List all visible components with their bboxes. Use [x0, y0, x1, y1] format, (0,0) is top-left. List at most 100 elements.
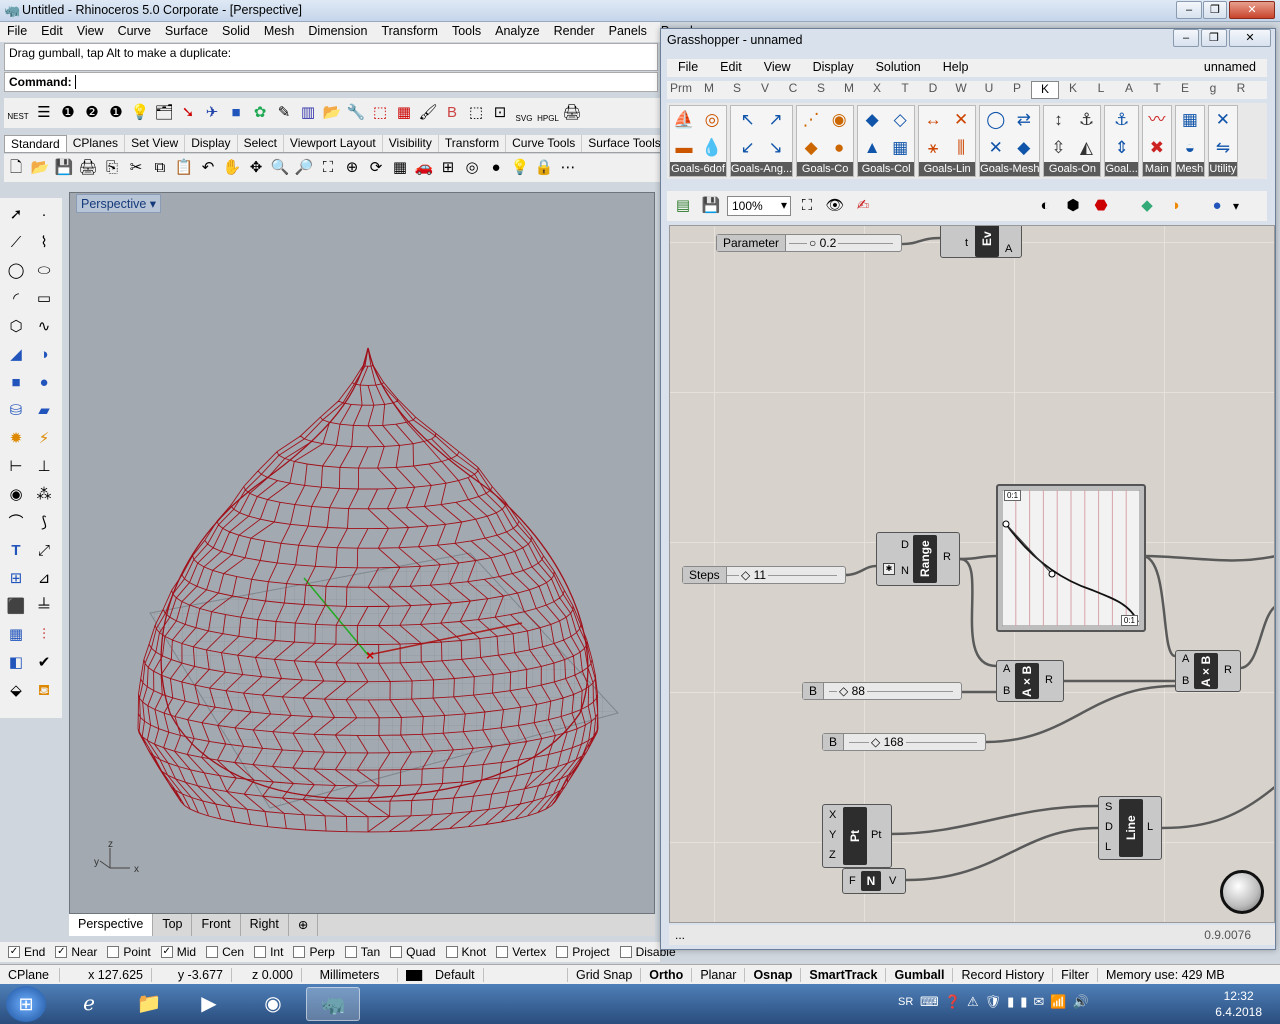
gh-component-icon[interactable]: ⚹	[919, 134, 947, 162]
nest-icon[interactable]: NEST	[5, 102, 31, 124]
gh-tab-2[interactable]: S	[723, 81, 751, 99]
four-views-icon[interactable]: ▦	[389, 157, 411, 179]
viewport-title[interactable]: Perspective ▾	[76, 194, 162, 213]
vp-tab-top[interactable]: Top	[153, 914, 193, 936]
layer-icon[interactable]: 🗂	[153, 102, 175, 124]
osnap-int[interactable]: Int	[254, 945, 283, 959]
gh-component-icon[interactable]: ◎	[698, 106, 726, 134]
gumball-toggle[interactable]: Gumball	[886, 967, 954, 982]
paste-icon[interactable]: 📋	[173, 157, 195, 179]
gh-tab-0[interactable]: Prm	[667, 81, 695, 99]
select-arrow-icon[interactable]: ➚	[3, 202, 29, 228]
material-icon[interactable]: ◑	[1164, 195, 1186, 217]
command-line[interactable]: Command:	[4, 72, 658, 92]
svg-export-icon[interactable]: SVG	[513, 102, 535, 124]
gh-component-icon[interactable]: ⫼	[947, 134, 975, 162]
close-button[interactable]: ✕	[1229, 1, 1275, 19]
layer-circle-icon[interactable]: ◎	[461, 157, 483, 179]
cube-icon[interactable]: ⬙	[3, 678, 29, 704]
grid-array-icon[interactable]: ▦	[3, 622, 29, 648]
gh-tab-1[interactable]: M	[695, 81, 723, 99]
text-icon[interactable]: T	[3, 538, 29, 564]
menu-view[interactable]: View	[70, 22, 111, 42]
menu-panels[interactable]: Panels	[602, 22, 654, 42]
gh-component-icon[interactable]: ✕	[982, 134, 1010, 162]
hpgl-export-icon[interactable]: HPGL	[537, 102, 559, 124]
gh-component-icon[interactable]: ⇋	[1209, 134, 1237, 162]
tab-viewport-layout[interactable]: Viewport Layout	[284, 135, 383, 152]
freeform-curve-icon[interactable]: ∿	[31, 314, 57, 340]
cplane-label[interactable]: CPlane	[0, 967, 60, 982]
box-icon[interactable]: ■	[3, 370, 29, 396]
cylinder-icon[interactable]: ⛁	[3, 398, 29, 424]
zoom-selected-icon[interactable]: ⊕	[341, 157, 363, 179]
surface-corner-icon[interactable]: ◢	[3, 342, 29, 368]
menu-render[interactable]: Render	[547, 22, 602, 42]
new-file-icon[interactable]: 🗋	[5, 157, 27, 179]
tab-curve-tools[interactable]: Curve Tools	[506, 135, 583, 152]
checkbox[interactable]	[254, 946, 267, 958]
osnap-end[interactable]: ✓ End	[8, 945, 45, 959]
gh-component-icon[interactable]: ◭	[1072, 134, 1100, 162]
ellipse-icon[interactable]: ⬭	[31, 258, 57, 284]
gh-component-icon[interactable]: ↔	[919, 106, 947, 134]
gh-tab-11[interactable]: U	[975, 81, 1003, 99]
save-icon[interactable]: 💾	[53, 157, 75, 179]
bold-b-icon[interactable]: B	[441, 102, 463, 124]
sketch-icon[interactable]: ✍	[852, 195, 874, 217]
checkbox[interactable]	[619, 946, 632, 958]
gear-explode-icon[interactable]: ✹	[3, 426, 29, 452]
gh-component-icon[interactable]: 〰	[1143, 106, 1171, 134]
wireframe-preview-icon[interactable]: ⬢	[1062, 195, 1084, 217]
checkbox[interactable]	[344, 946, 357, 958]
select-box-icon[interactable]: ⬚	[369, 102, 391, 124]
filter-toggle[interactable]: Filter	[1053, 967, 1098, 982]
gh-component-icon[interactable]: ●	[825, 134, 853, 162]
menu-solid[interactable]: Solid	[215, 22, 257, 42]
b-88-slider[interactable]: B ◇ 88	[802, 682, 962, 700]
zoom-icon[interactable]: 🔍	[269, 157, 291, 179]
clock[interactable]: 12:32 6.4.2018	[1215, 988, 1262, 1020]
gh-component-icon[interactable]: ⋰	[797, 106, 825, 134]
car-render-icon[interactable]: 🚗	[413, 157, 435, 179]
tab-visibility[interactable]: Visibility	[383, 135, 439, 152]
menu-curve[interactable]: Curve	[111, 22, 158, 42]
checkbox[interactable]	[445, 946, 458, 958]
gh-tab-15[interactable]: L	[1087, 81, 1115, 99]
unit-vector-component[interactable]: F N V	[842, 868, 906, 894]
gh-group-label[interactable]: Utility	[1208, 162, 1237, 176]
bulb-number-icon[interactable]: 💡	[129, 102, 151, 124]
circle-icon[interactable]: ◯	[3, 258, 29, 284]
explorer-taskbar-icon[interactable]: 📁	[122, 987, 176, 1021]
ie-taskbar-icon[interactable]: ℯ	[62, 987, 116, 1021]
minimize-button[interactable]: –	[1176, 1, 1202, 19]
mirror-icon[interactable]: ◧	[3, 650, 29, 676]
puzzle-icon[interactable]: ✿	[249, 102, 271, 124]
brush-icon[interactable]: 🖌	[417, 102, 439, 124]
tab-select[interactable]: Select	[238, 135, 284, 152]
open-file-icon[interactable]: ▤	[672, 195, 694, 217]
gh-tab-5[interactable]: S	[807, 81, 835, 99]
tab-cplanes[interactable]: CPlanes	[67, 135, 126, 152]
number-1-2-icon[interactable]: ❶	[57, 102, 79, 124]
gh-group-label[interactable]: Goals-Co	[797, 162, 854, 176]
checkbox[interactable]	[107, 946, 120, 958]
gh-component-icon[interactable]: ↘	[762, 134, 790, 162]
menu-dimension[interactable]: Dimension	[301, 22, 374, 42]
selected-only-icon[interactable]: ◆	[1136, 195, 1158, 217]
plane-blue-icon[interactable]: ✈	[201, 102, 223, 124]
scale-icon[interactable]: ⤢	[31, 538, 57, 564]
multiplication-component-2[interactable]: A B A×B R	[1175, 650, 1241, 692]
rhino-taskbar-icon[interactable]: 🦏	[306, 987, 360, 1021]
sphere-icon[interactable]: ●	[485, 157, 507, 179]
chevron-down-icon[interactable]: ▾	[1233, 199, 1239, 213]
gh-component-icon[interactable]: ◯	[982, 106, 1010, 134]
gh-menu-view[interactable]: View	[753, 59, 802, 77]
vp-tab-perspective[interactable]: Perspective	[69, 914, 154, 936]
solid-box-icon[interactable]: ⬛	[3, 594, 29, 620]
boolean-union-icon[interactable]: ◉	[3, 482, 29, 508]
preview-off-icon[interactable]: ◐	[1034, 195, 1056, 217]
gh-tab-16[interactable]: A	[1115, 81, 1143, 99]
gh-tab-8[interactable]: T	[891, 81, 919, 99]
vp-tab-front[interactable]: Front	[192, 914, 241, 936]
